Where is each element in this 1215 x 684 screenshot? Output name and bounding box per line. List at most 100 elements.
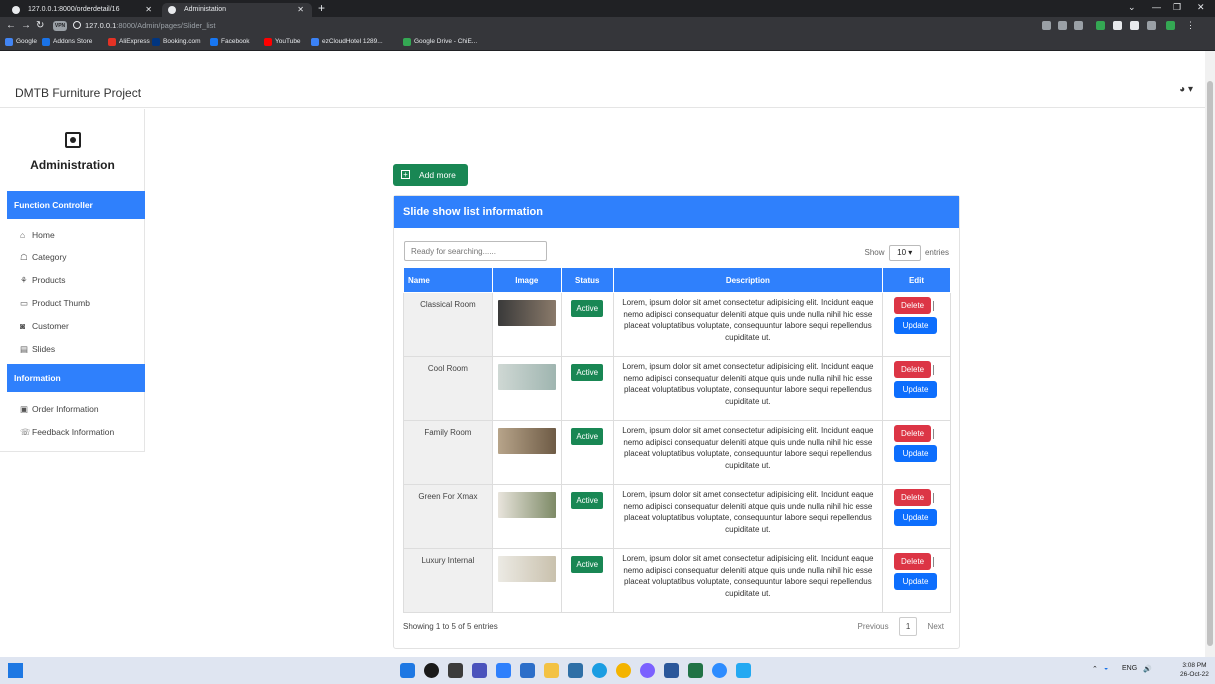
menu-icon[interactable]: ⋮ [1186,21,1195,30]
tab-search-icon[interactable]: ⌄ [1128,2,1136,13]
sidebar-section-header: Function Controller [7,191,145,219]
sidebar-item-order-information[interactable]: ▣ Order Information [20,404,99,415]
vscode-icon[interactable] [736,663,751,678]
teams-icon[interactable] [472,663,487,678]
sidebar-item-products[interactable]: ⚘ Products [20,275,66,286]
reload-button[interactable]: ↻ [36,20,44,31]
bookmark-item[interactable]: Facebook [210,38,250,46]
bookmark-item[interactable]: AliExpress [108,38,150,46]
sidebar-item-home[interactable]: ⌂ Home [20,230,55,240]
page-scrollbar[interactable] [1205,51,1215,657]
browser-tab[interactable]: 127.0.0.1:8000/orderdetail/16 ✕ [6,3,160,17]
delete-button[interactable]: Delete [894,425,932,442]
restore-button[interactable]: ❐ [1173,2,1181,13]
vpn-icon[interactable]: VPN [53,21,67,31]
back-button[interactable]: ← [6,20,16,31]
delete-button[interactable]: Delete [894,297,932,314]
slide-name: Cool Room [403,356,493,421]
column-header-edit[interactable]: Edit [882,267,951,293]
edge-icon[interactable] [592,663,607,678]
column-header-status[interactable]: Status [560,267,614,293]
start-icon[interactable] [400,663,415,678]
bookmark-item[interactable]: Google Drive - ChiE... [403,38,477,46]
search-icon[interactable] [424,663,439,678]
file-explorer-icon[interactable] [544,663,559,678]
tray-chevron-icon[interactable]: ⌃ [1092,665,1098,673]
table-row: Classical Room Active Lorem, ipsum dolor… [403,292,951,357]
delete-button[interactable]: Delete [894,553,932,570]
minimize-button[interactable]: — [1152,2,1161,12]
shield-icon[interactable] [1166,21,1175,30]
sidebar: Administration Function Controller ⌂ Home… [0,109,145,452]
order-icon: ▣ [20,404,29,414]
column-header-name[interactable]: Name [403,267,493,293]
update-button[interactable]: Update [894,381,937,398]
url-field[interactable]: 127.0.0.1:8000/Admin/pages/Slider_list [85,21,216,30]
extension-icon[interactable] [1096,21,1105,30]
sidebar-item-slides[interactable]: ▤ Slides [20,344,55,355]
user-menu-icon[interactable]: ◕ ▾ [1179,84,1193,95]
share-icon[interactable] [1058,21,1067,30]
bookmark-item[interactable]: Google [5,38,37,46]
network-icon[interactable]: ◒ [1104,665,1108,672]
add-more-button[interactable]: + Add more [393,164,468,186]
extensions-puzzle-icon[interactable] [1113,21,1122,30]
delete-button[interactable]: Delete [894,361,932,378]
browser-tab-active[interactable]: Administation ✕ [162,3,312,17]
update-button[interactable]: Update [894,317,937,334]
task-view-icon[interactable] [448,663,463,678]
app-icon[interactable] [640,663,655,678]
brand-title[interactable]: DMTB Furniture Project [15,86,141,100]
sidebar-section-header: Information [7,364,145,392]
next-page-button[interactable]: Next [928,622,944,631]
forward-button[interactable]: → [21,20,31,31]
volume-icon[interactable]: 🔊 [1143,665,1152,673]
window-close-button[interactable]: ✕ [1197,2,1205,13]
delete-button[interactable]: Delete [894,489,932,506]
page-length-select[interactable]: 10 ▾ [888,245,921,261]
new-tab-button[interactable]: + [318,1,325,15]
url-host: 127.0.0.1 [85,21,117,30]
clock[interactable]: 3:08 PM 26-Oct-22 [1180,661,1209,679]
admin-title: Administration [30,158,115,172]
bookmark-item[interactable]: YouTube [264,38,301,46]
bookmark-item[interactable]: Booking.com [152,38,201,46]
page-1-button[interactable]: 1 [898,617,918,636]
close-icon[interactable]: ✕ [145,3,152,17]
column-header-image[interactable]: Image [491,267,562,293]
bookmark-item[interactable]: ezCloudHotel 1289... [311,38,383,46]
site-info-icon[interactable] [73,21,81,29]
store-icon[interactable] [496,663,511,678]
pagination: Previous 1 Next [850,617,944,636]
slides-table: Name Image Status Description Edit Class… [403,267,951,613]
app-icon[interactable] [520,663,535,678]
search-input[interactable] [404,241,547,261]
chrome-icon[interactable] [616,663,631,678]
zoom-app-icon[interactable] [712,663,727,678]
word-icon[interactable] [664,663,679,678]
sidebar-item-product-thumb[interactable]: ▭ Product Thumb [20,298,90,309]
update-button[interactable]: Update [894,573,937,590]
address-bar-row: ← → ↻ VPN 127.0.0.1:8000/Admin/pages/Sli… [0,17,1215,35]
zoom-icon[interactable] [1042,21,1051,30]
profile-icon[interactable] [1147,21,1156,30]
column-header-description[interactable]: Description [612,267,884,293]
widgets-icon[interactable] [8,663,23,678]
update-button[interactable]: Update [894,445,937,462]
close-icon[interactable]: ✕ [297,3,304,17]
bookmark-item[interactable]: Addons Store [42,38,92,46]
sidebar-item-customer[interactable]: ◙ Customer [20,321,69,331]
excel-icon[interactable] [688,663,703,678]
slides-icon: ▤ [20,344,29,354]
previous-page-button[interactable]: Previous [858,622,889,631]
status-badge: Active [571,364,604,381]
sidepanel-icon[interactable] [1130,21,1139,30]
scrollbar-thumb[interactable] [1207,81,1213,646]
language-indicator[interactable]: ENG [1122,665,1137,672]
app-icon[interactable] [568,663,583,678]
update-button[interactable]: Update [894,509,937,526]
slide-thumbnail [497,300,556,326]
sidebar-item-category[interactable]: ☖ Category [20,252,67,263]
bookmark-star-icon[interactable] [1074,21,1083,30]
sidebar-item-feedback-information[interactable]: ☏Feedback Information [20,427,114,438]
